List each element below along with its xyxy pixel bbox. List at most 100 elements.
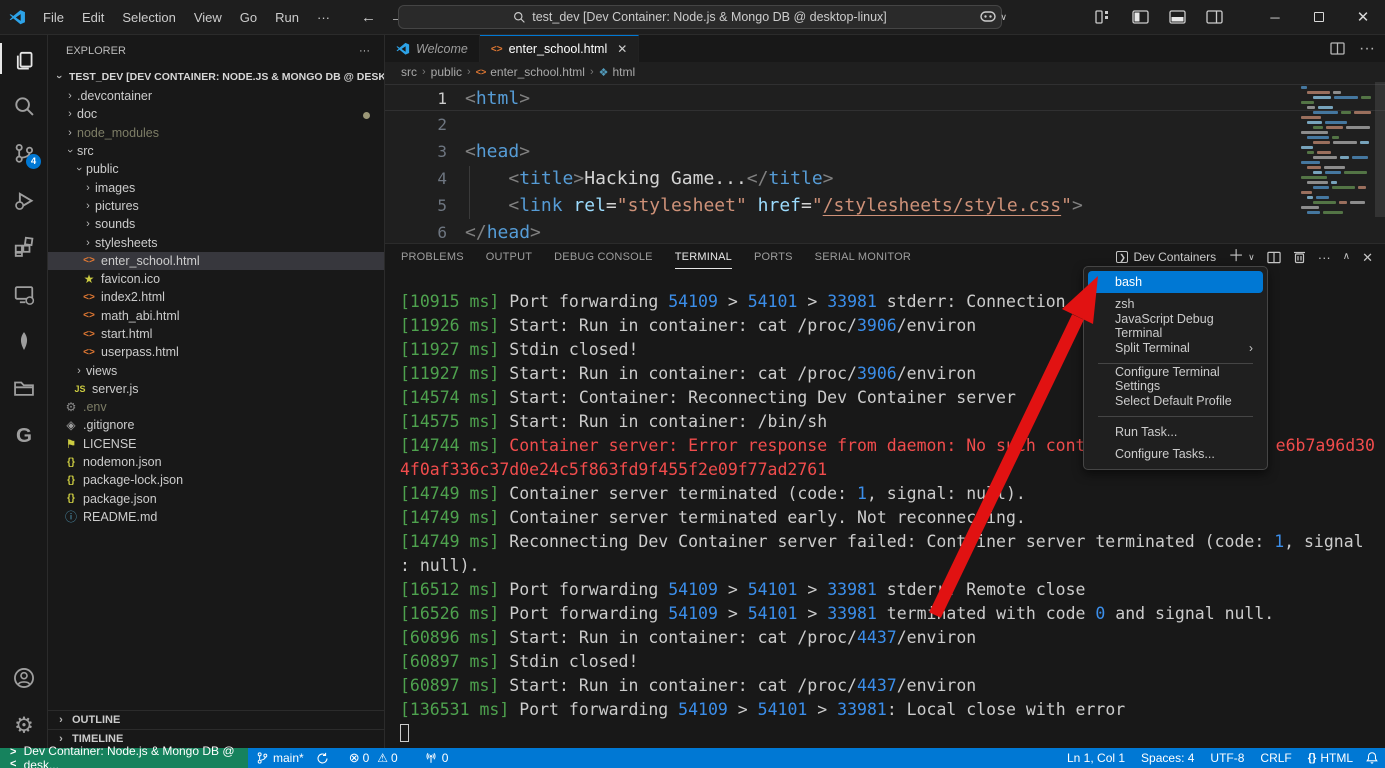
breadcrumb-src[interactable]: src bbox=[401, 65, 417, 79]
customize-layout-icon[interactable] bbox=[1095, 10, 1112, 24]
ports-indicator[interactable]: 0 bbox=[418, 751, 455, 765]
menu-[interactable]: ··· bbox=[308, 6, 339, 29]
minimize-button[interactable]: ─ bbox=[1253, 0, 1297, 34]
file-readme-md[interactable]: ⓘREADME.md bbox=[48, 508, 384, 526]
folder-public[interactable]: ›public bbox=[48, 160, 384, 178]
file-index2-html[interactable]: <>index2.html bbox=[48, 288, 384, 306]
status-utf-8[interactable]: UTF-8 bbox=[1204, 751, 1250, 765]
activity-remote-explorer-button[interactable] bbox=[0, 270, 48, 317]
menu-edit[interactable]: Edit bbox=[73, 6, 113, 29]
editor-scrollbar[interactable] bbox=[1375, 82, 1385, 217]
activity-settings-button[interactable]: ⚙ bbox=[0, 701, 48, 748]
split-editor-icon[interactable] bbox=[1330, 42, 1345, 55]
activity-extensions-button[interactable] bbox=[0, 223, 48, 270]
editor-more-actions-icon[interactable]: ··· bbox=[1359, 40, 1375, 58]
folder-stylesheets[interactable]: ›stylesheets bbox=[48, 233, 384, 251]
menu-selection[interactable]: Selection bbox=[113, 6, 184, 29]
maximize-button[interactable] bbox=[1297, 0, 1341, 34]
folder-node-modules[interactable]: ›node_modules bbox=[48, 124, 384, 142]
file-math-abi-html[interactable]: <>math_abi.html bbox=[48, 307, 384, 325]
activity-account-button[interactable] bbox=[0, 654, 48, 701]
code-editor[interactable]: 1<html>23<head>4 <title>Hacking Game...<… bbox=[385, 82, 1385, 243]
file-server-js[interactable]: JSserver.js bbox=[48, 380, 384, 398]
menu-item-bash[interactable]: bash bbox=[1088, 271, 1263, 293]
folder-pictures[interactable]: ›pictures bbox=[48, 197, 384, 215]
breadcrumb-html[interactable]: ❖html bbox=[599, 65, 636, 79]
file-userpass-html[interactable]: <>userpass.html bbox=[48, 343, 384, 361]
code-line: 4 <title>Hacking Game...</title> bbox=[385, 165, 1385, 192]
close-panel-icon[interactable]: ✕ bbox=[1362, 251, 1373, 264]
section-outline[interactable]: ›OUTLINE bbox=[48, 710, 384, 729]
sync-changes-button[interactable] bbox=[310, 752, 335, 765]
panel-tab-problems[interactable]: PROBLEMS bbox=[401, 246, 464, 268]
menu-item-configure-tasks-[interactable]: Configure Tasks... bbox=[1088, 443, 1263, 465]
minimap[interactable] bbox=[1301, 86, 1371, 216]
command-center-search[interactable]: test_dev [Dev Container: Node.js & Mongo… bbox=[398, 5, 1002, 29]
new-terminal-button[interactable]: ＋ bbox=[1228, 249, 1244, 265]
menu-view[interactable]: View bbox=[185, 6, 231, 29]
activity-explorer-button[interactable] bbox=[0, 35, 48, 82]
workspace-root-folder[interactable]: › TEST_DEV [DEV CONTAINER: NODE.JS & MON… bbox=[48, 67, 384, 87]
toggle-panel-icon[interactable] bbox=[1169, 10, 1186, 24]
panel-more-actions-icon[interactable]: ··· bbox=[1318, 251, 1331, 264]
file--env[interactable]: ⚙.env bbox=[48, 398, 384, 416]
panel-tab-ports[interactable]: PORTS bbox=[754, 246, 793, 268]
notifications-bell-button[interactable] bbox=[1365, 751, 1379, 765]
file-enter-school-html[interactable]: <>enter_school.html bbox=[48, 252, 384, 270]
copilot-button[interactable]: ∨ bbox=[979, 10, 1007, 24]
problems-indicator[interactable]: ⊗ 0 ⚠ 0 bbox=[343, 750, 404, 766]
file-license[interactable]: ⚑LICENSE bbox=[48, 435, 384, 453]
kill-terminal-icon[interactable] bbox=[1293, 250, 1306, 264]
folder-sounds[interactable]: ›sounds bbox=[48, 215, 384, 233]
nav-back-button[interactable]: ← bbox=[361, 9, 376, 26]
folder-src[interactable]: ›src bbox=[48, 142, 384, 160]
toggle-secondary-sidebar-icon[interactable] bbox=[1206, 10, 1223, 24]
folder-views[interactable]: ›views bbox=[48, 361, 384, 379]
file-package-json[interactable]: {}package.json bbox=[48, 490, 384, 508]
panel-tab-terminal[interactable]: TERMINAL bbox=[675, 246, 732, 269]
activity-run-debug-button[interactable] bbox=[0, 176, 48, 223]
status-ln-1-col-1[interactable]: Ln 1, Col 1 bbox=[1061, 751, 1131, 765]
file-nodemon-json[interactable]: {}nodemon.json bbox=[48, 453, 384, 471]
menu-run[interactable]: Run bbox=[266, 6, 308, 29]
close-tab-icon[interactable]: ✕ bbox=[617, 42, 627, 56]
file-favicon-ico[interactable]: ★favicon.ico bbox=[48, 270, 384, 288]
terminal-profile-label[interactable]: ❯ Dev Containers bbox=[1116, 250, 1216, 264]
menu-item-javascript-debug-terminal[interactable]: JavaScript Debug Terminal bbox=[1088, 315, 1263, 337]
folder--devcontainer[interactable]: ›.devcontainer bbox=[48, 87, 384, 105]
menu-item-split-terminal[interactable]: Split Terminal› bbox=[1088, 337, 1263, 359]
activity-source-control-button[interactable]: 4 bbox=[0, 129, 48, 176]
folder-images[interactable]: ›images bbox=[48, 178, 384, 196]
file-start-html[interactable]: <>start.html bbox=[48, 325, 384, 343]
explorer-more-button[interactable]: ··· bbox=[359, 45, 370, 57]
breadcrumb-enter-school-html[interactable]: <>enter_school.html bbox=[476, 65, 585, 79]
activity-gitlens-button[interactable]: G bbox=[0, 411, 48, 458]
close-window-button[interactable]: ✕ bbox=[1341, 0, 1385, 34]
menu-item-run-task-[interactable]: Run Task... bbox=[1088, 421, 1263, 443]
activity-mongodb-button[interactable] bbox=[0, 317, 48, 364]
breadcrumb-public[interactable]: public bbox=[431, 65, 462, 79]
panel-tab-serial-monitor[interactable]: SERIAL MONITOR bbox=[815, 246, 911, 268]
menu-item-configure-terminal-settings[interactable]: Configure Terminal Settings bbox=[1088, 368, 1263, 390]
file--gitignore[interactable]: ◈.gitignore bbox=[48, 416, 384, 434]
menu-item-select-default-profile[interactable]: Select Default Profile bbox=[1088, 390, 1263, 412]
menu-file[interactable]: File bbox=[34, 6, 73, 29]
git-branch-indicator[interactable]: main* bbox=[250, 751, 310, 765]
remote-indicator[interactable]: >< Dev Container: Node.js & Mongo DB @ d… bbox=[0, 748, 248, 768]
panel-tab-output[interactable]: OUTPUT bbox=[486, 246, 532, 268]
maximize-panel-icon[interactable]: ∧ bbox=[1343, 252, 1350, 262]
tab-welcome[interactable]: Welcome bbox=[385, 35, 480, 62]
toggle-sidebar-icon[interactable] bbox=[1132, 10, 1149, 24]
activity-folder-button[interactable] bbox=[0, 364, 48, 411]
file-package-lock-json[interactable]: {}package-lock.json bbox=[48, 471, 384, 489]
status-crlf[interactable]: CRLF bbox=[1254, 751, 1297, 765]
tab-enter-school-html[interactable]: <>enter_school.html✕ bbox=[480, 35, 639, 62]
terminal-profile-dropdown-button[interactable]: ∨ bbox=[1248, 253, 1255, 262]
status-spaces-4[interactable]: Spaces: 4 bbox=[1135, 751, 1200, 765]
activity-search-button[interactable] bbox=[0, 82, 48, 129]
panel-tab-debug-console[interactable]: DEBUG CONSOLE bbox=[554, 246, 653, 268]
split-terminal-icon[interactable] bbox=[1267, 251, 1281, 264]
folder-doc[interactable]: ›doc bbox=[48, 105, 384, 123]
status-html[interactable]: {}HTML bbox=[1302, 751, 1359, 765]
menu-go[interactable]: Go bbox=[231, 6, 266, 29]
